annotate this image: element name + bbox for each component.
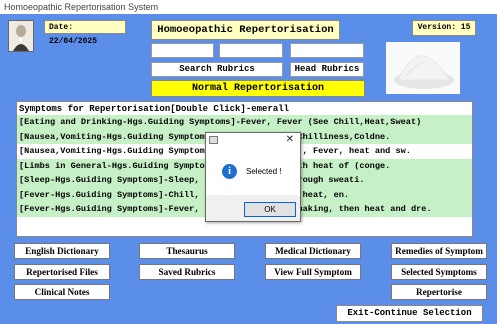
clinical-notes-button[interactable]: Clinical Notes — [14, 284, 110, 300]
window-titlebar: Homoeopathic Repertorisation System — [0, 0, 497, 14]
normal-repertorisation-button[interactable]: Normal Repertorisation — [151, 80, 365, 97]
window-title: Homoeopathic Repertorisation System — [4, 2, 159, 12]
app-icon — [209, 136, 218, 144]
head-rubrics-button[interactable]: Head Rubrics — [290, 62, 364, 77]
remedies-of-symptom-button[interactable]: Remedies of Symptom — [391, 243, 487, 259]
repertorised-files-button[interactable]: Repertorised Files — [14, 264, 110, 280]
dialog-body: i Selected ! — [206, 147, 300, 195]
repertorise-button[interactable]: Repertorise — [391, 284, 487, 300]
dialog-titlebar: ✕ — [206, 133, 300, 147]
english-dictionary-button[interactable]: English Dictionary — [14, 243, 110, 259]
medical-dictionary-button[interactable]: Medical Dictionary — [265, 243, 361, 259]
info-icon: i — [222, 164, 237, 179]
portrait-image — [8, 20, 34, 52]
powder-image — [386, 42, 460, 94]
selected-symptoms-button[interactable]: Selected Symptoms — [391, 264, 487, 280]
close-icon[interactable]: ✕ — [286, 134, 294, 146]
search-input-3[interactable] — [290, 43, 364, 58]
thesaurus-button[interactable]: Thesaurus — [139, 243, 235, 259]
version-label: Version: 15 — [412, 20, 476, 36]
message-dialog: ✕ i Selected ! OK — [205, 132, 301, 222]
symptoms-list-header: Symptoms for Repertorisation[Double Clic… — [19, 104, 290, 114]
search-rubrics-button[interactable]: Search Rubrics — [151, 62, 283, 77]
main-panel: Date: 22/04/2025 Homoeopathic Repertoris… — [0, 14, 497, 324]
app-title: Homoeopathic Repertorisation — [151, 20, 340, 40]
symptom-row[interactable]: [Eating and Drinking-Hgs.Guiding Symptom… — [17, 115, 472, 130]
ok-button[interactable]: OK — [244, 202, 296, 217]
search-input-1[interactable] — [151, 43, 214, 58]
saved-rubrics-button[interactable]: Saved Rubrics — [139, 264, 235, 280]
search-input-2[interactable] — [219, 43, 283, 58]
exit-continue-button[interactable]: Exit-Continue Selection — [336, 305, 483, 322]
view-full-symptom-button[interactable]: View Full Symptom — [265, 264, 361, 280]
dialog-message: Selected ! — [246, 167, 282, 176]
date-label: Date: 22/04/2025 — [44, 20, 126, 46]
app-window: Homoeopathic Repertorisation System Date… — [0, 0, 497, 324]
